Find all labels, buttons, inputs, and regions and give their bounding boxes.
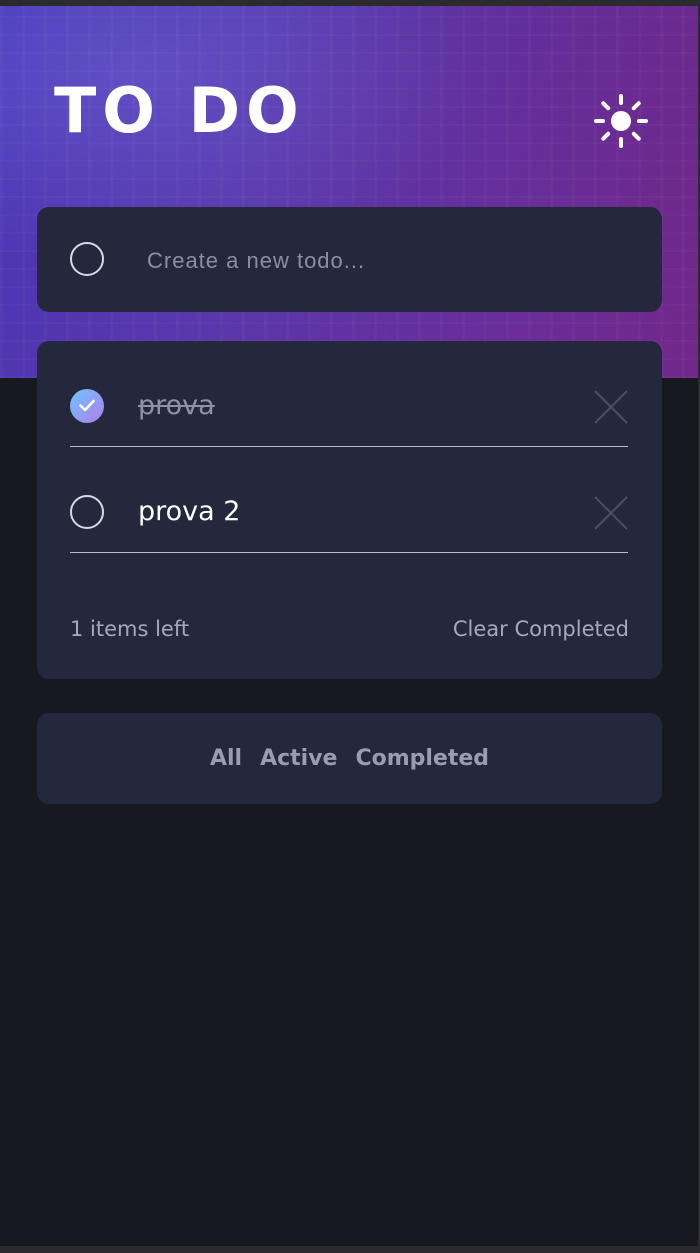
filter-completed[interactable]: Completed	[355, 746, 489, 771]
new-todo-circle-icon	[70, 242, 104, 276]
todo-item: prova 2	[70, 447, 628, 553]
items-left-count: 1 items left	[70, 617, 190, 641]
filter-active[interactable]: Active	[260, 746, 337, 771]
header-background	[0, 6, 698, 378]
todo-list-card: prova prova 2 1 items left Clear Complet…	[37, 341, 662, 679]
page-title: TO DO	[54, 74, 305, 147]
theme-toggle-button[interactable]	[594, 94, 648, 148]
todo-text[interactable]: prova	[138, 390, 215, 421]
sun-icon	[594, 94, 648, 148]
todo-item: prova	[70, 341, 628, 447]
todo-checkbox-checked[interactable]	[70, 389, 104, 423]
todo-checkbox[interactable]	[70, 495, 104, 529]
filter-group: All Active Completed	[37, 713, 662, 804]
filter-bar: All Active Completed	[37, 713, 662, 804]
new-todo-input[interactable]	[145, 237, 629, 285]
filter-all[interactable]: All	[210, 746, 242, 771]
app-frame: TO DO prova	[0, 6, 700, 1246]
todo-text[interactable]: prova 2	[138, 496, 240, 527]
new-todo-card	[37, 207, 662, 312]
close-icon	[594, 390, 628, 424]
check-icon	[79, 399, 95, 412]
close-icon	[594, 496, 628, 530]
delete-todo-button[interactable]	[594, 496, 628, 530]
clear-completed-button[interactable]: Clear Completed	[453, 617, 629, 641]
delete-todo-button[interactable]	[594, 390, 628, 424]
